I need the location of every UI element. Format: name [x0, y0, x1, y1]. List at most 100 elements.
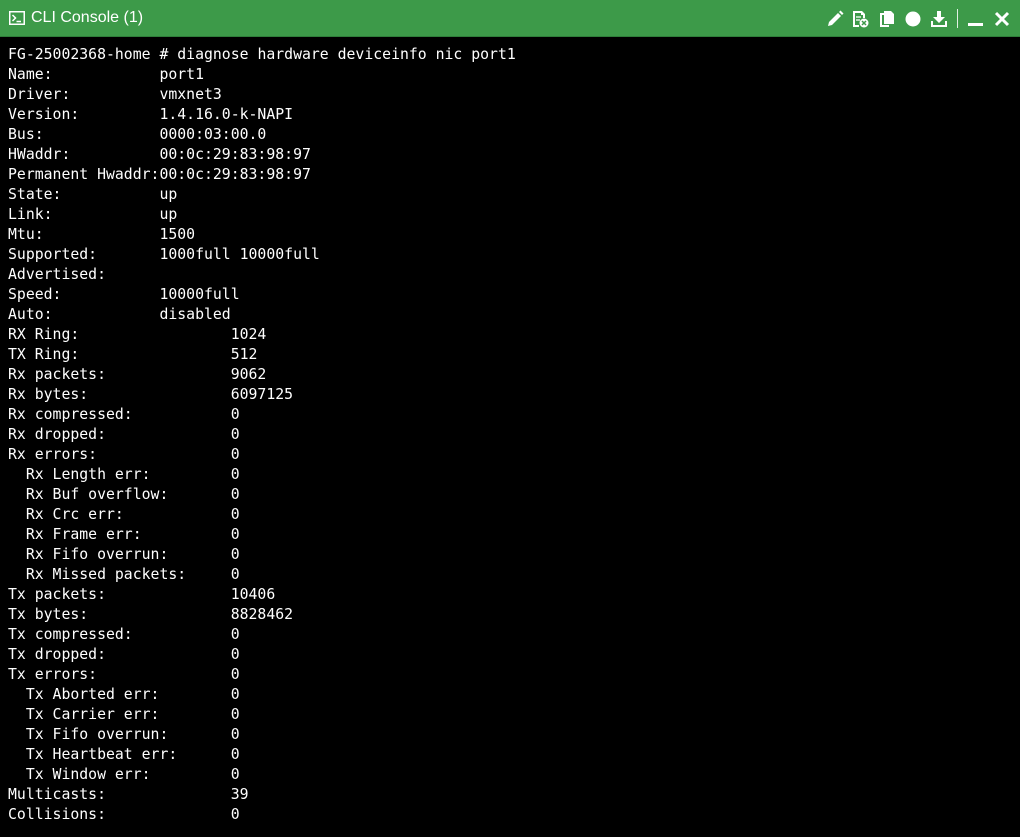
console-output-line: Version: 1.4.16.0-k-NAPI [8, 105, 1020, 125]
console-output-line: Rx bytes: 6097125 [8, 385, 1020, 405]
field-label: Multicasts: [8, 786, 106, 803]
console-output-line: Supported: 1000full 10000full [8, 245, 1020, 265]
field-label: Tx Aborted err: [8, 686, 160, 703]
console-output-line: State: up [8, 185, 1020, 205]
field-label: Auto: [8, 306, 53, 323]
console-output-line: Tx Carrier err: 0 [8, 705, 1020, 725]
field-label: Rx Frame err: [8, 526, 142, 543]
field-value: 0 [230, 666, 240, 683]
console-output-line: Collisions: 0 [8, 805, 1020, 825]
console-output-line: Mtu: 1500 [8, 225, 1020, 245]
field-value: 0 [230, 486, 240, 503]
field-label: Mtu: [8, 226, 44, 243]
field-value: 10000full [159, 286, 240, 303]
clear-console-icon[interactable] [851, 10, 869, 28]
field-label: Rx Fifo overrun: [8, 546, 169, 563]
field-label: Rx packets: [8, 366, 106, 383]
field-label: Rx errors: [8, 446, 98, 463]
console-output-line: Rx Crc err: 0 [8, 505, 1020, 525]
field-value: vmxnet3 [159, 86, 222, 103]
field-label: Name: [8, 66, 53, 83]
field-value: 1000full 10000full [159, 246, 320, 263]
console-output-line: Rx packets: 9062 [8, 365, 1020, 385]
console-prompt: FG-25002368-home # [8, 46, 178, 63]
field-value: 39 [230, 786, 249, 803]
console-output-line: Speed: 10000full [8, 285, 1020, 305]
field-value: 0 [230, 746, 240, 763]
field-label: Rx bytes: [8, 386, 89, 403]
field-label: Rx Buf overflow: [8, 486, 169, 503]
cli-console-window: CLI Console (1) FG-25002368-home # diagn… [0, 0, 1020, 837]
close-icon[interactable] [993, 10, 1011, 28]
field-label: Advertised: [8, 266, 106, 283]
field-label: RX Ring: [8, 326, 80, 343]
field-label: Version: [8, 106, 80, 123]
field-label: Supported: [8, 246, 98, 263]
field-value: 9062 [230, 366, 267, 383]
field-label: Tx Heartbeat err: [8, 746, 178, 763]
edit-icon[interactable] [826, 10, 844, 28]
field-value: up [159, 186, 178, 203]
console-output-line: Rx dropped: 0 [8, 425, 1020, 445]
record-icon[interactable] [904, 10, 922, 28]
console-output-line: Advertised: [8, 265, 1020, 285]
console-output-line: Link: up [8, 205, 1020, 225]
console-output-line: Rx Fifo overrun: 0 [8, 545, 1020, 565]
console-output-line: Rx errors: 0 [8, 445, 1020, 465]
field-value: 0 [230, 706, 240, 723]
console-command: diagnose hardware deviceinfo nic port1 [177, 46, 516, 63]
console-output[interactable]: FG-25002368-home # diagnose hardware dev… [0, 37, 1020, 837]
download-icon[interactable] [930, 10, 948, 28]
field-label: Rx compressed: [8, 406, 133, 423]
field-value: 00:0c:29:83:98:97 [159, 146, 311, 163]
field-value: up [159, 206, 178, 223]
field-label: Tx Fifo overrun: [8, 726, 169, 743]
field-value: 0 [230, 806, 240, 823]
field-label: Permanent Hwaddr: [8, 166, 160, 183]
field-value: 0 [230, 546, 240, 563]
console-output-line: Tx Heartbeat err: 0 [8, 745, 1020, 765]
field-value: 0 [230, 686, 240, 703]
field-label: Rx Missed packets: [8, 566, 187, 583]
field-label: Collisions: [8, 806, 106, 823]
field-value: port1 [159, 66, 204, 83]
field-label: Tx errors: [8, 666, 98, 683]
console-output-line: Tx compressed: 0 [8, 625, 1020, 645]
field-label: Rx Crc err: [8, 506, 124, 523]
field-value: 00:0c:29:83:98:97 [159, 166, 311, 183]
field-value: 8828462 [230, 606, 294, 623]
field-value: 0 [230, 406, 240, 423]
field-value: 1.4.16.0-k-NAPI [159, 106, 294, 123]
field-label: Driver: [8, 86, 71, 103]
console-output-line: Permanent Hwaddr:00:0c:29:83:98:97 [8, 165, 1020, 185]
field-value: disabled [159, 306, 231, 323]
field-label: Tx packets: [8, 586, 106, 603]
field-value: 0 [230, 766, 240, 783]
console-output-line: Rx compressed: 0 [8, 405, 1020, 425]
field-label: TX Ring: [8, 346, 80, 363]
field-label: Tx bytes: [8, 606, 89, 623]
minimize-icon[interactable] [967, 10, 985, 28]
field-value: 1024 [230, 326, 267, 343]
console-output-line: Name: port1 [8, 65, 1020, 85]
console-output-line: Auto: disabled [8, 305, 1020, 325]
field-label: HWaddr: [8, 146, 71, 163]
field-value: 0 [230, 726, 240, 743]
console-output-line: Rx Missed packets: 0 [8, 565, 1020, 585]
field-value: 0 [230, 466, 240, 483]
console-output-line: Driver: vmxnet3 [8, 85, 1020, 105]
console-output-line: Tx packets: 10406 [8, 585, 1020, 605]
copy-icon[interactable] [878, 10, 896, 28]
console-output-line: TX Ring: 512 [8, 345, 1020, 365]
field-label: Rx dropped: [8, 426, 106, 443]
field-value: 10406 [230, 586, 276, 603]
console-output-line: Rx Buf overflow: 0 [8, 485, 1020, 505]
field-label: Tx Carrier err: [8, 706, 160, 723]
field-label: Link: [8, 206, 53, 223]
field-label: State: [8, 186, 62, 203]
console-output-line: Rx Length err: 0 [8, 465, 1020, 485]
field-label: Speed: [8, 286, 62, 303]
console-output-line: Multicasts: 39 [8, 785, 1020, 805]
field-value: 0 [230, 646, 240, 663]
console-output-line: Tx Aborted err: 0 [8, 685, 1020, 705]
